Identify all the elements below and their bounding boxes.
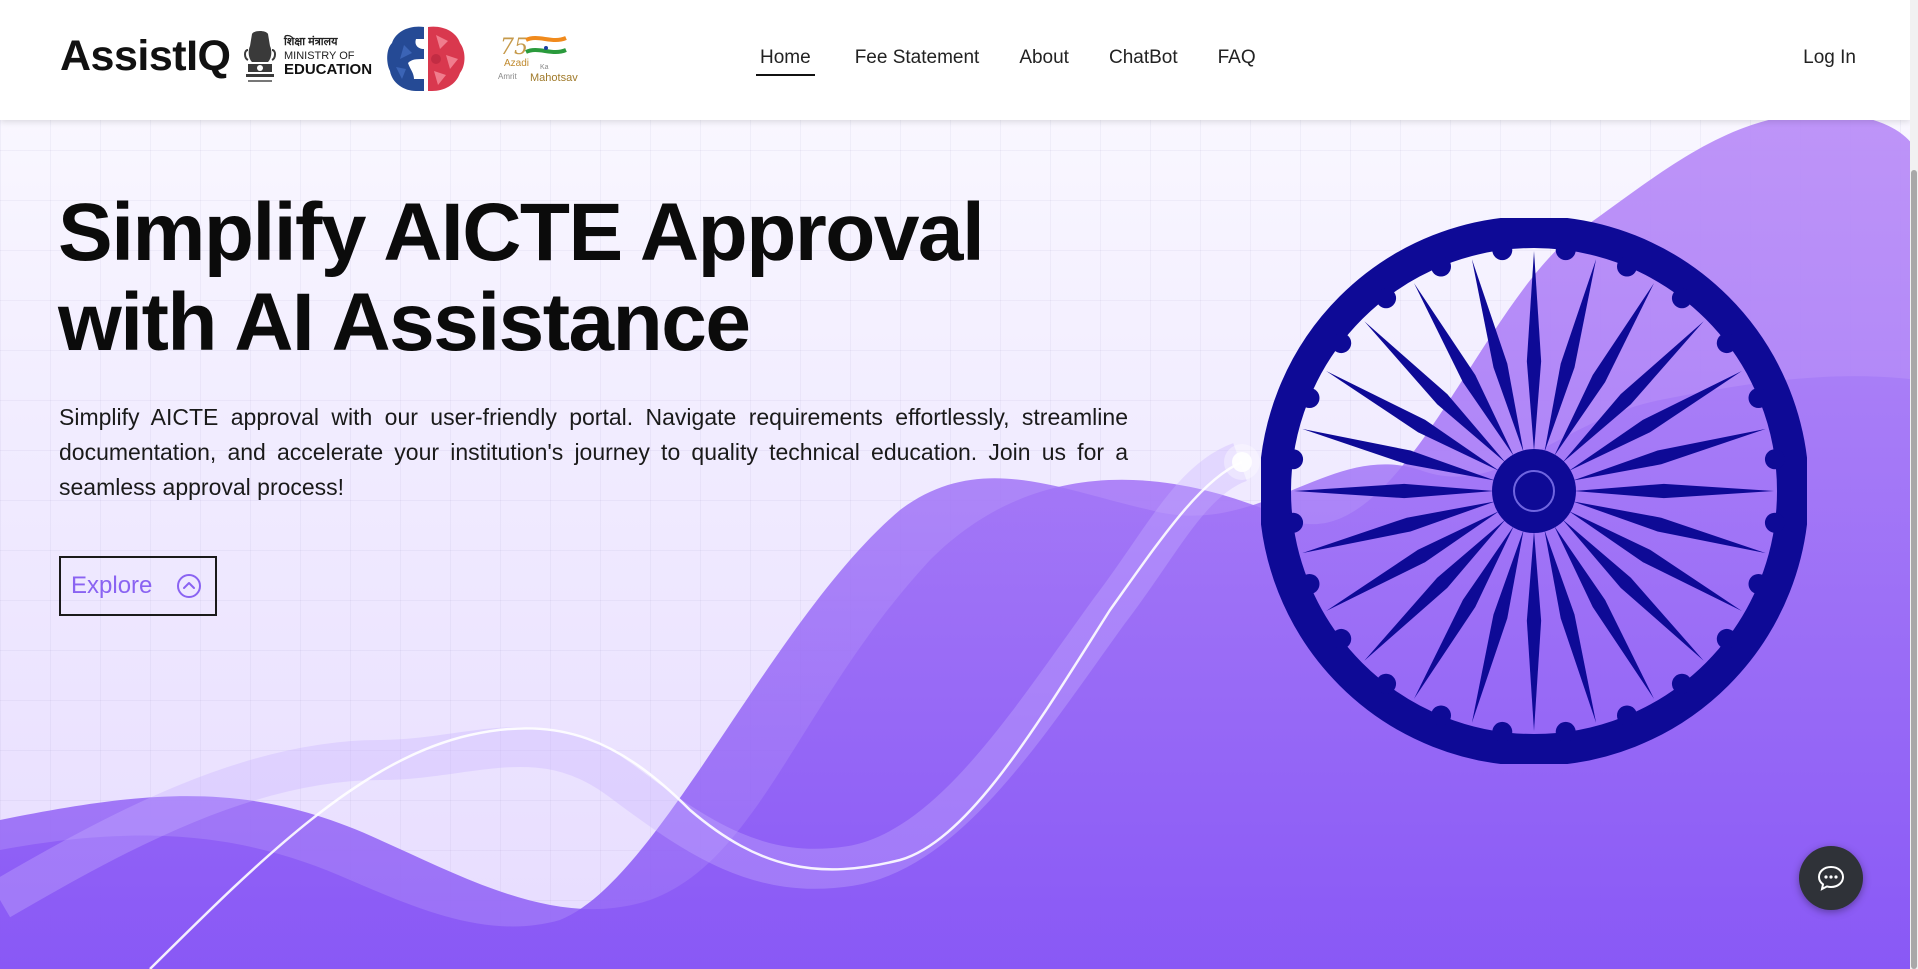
chakra-rim-bump [1431,705,1452,726]
chakra-spoke [1526,531,1542,731]
chakra-rim-bump [1376,288,1397,309]
chakra-rim-bump [1492,721,1513,742]
nav-fee-statement[interactable]: Fee Statement [855,47,980,76]
chakra-rim-bump [1764,449,1785,470]
chakra-rim-bump [1748,573,1769,594]
chakra-spoke [1574,483,1774,499]
chakra-rim-bump [1492,240,1513,261]
chakra-rim-bump [1331,628,1352,649]
main-nav: Home Fee Statement About ChatBot FAQ [756,47,1256,76]
svg-text:75: 75 [500,35,528,60]
chakra-rim-bump [1671,288,1692,309]
nav-home[interactable]: Home [756,47,815,76]
hero-description: Simplify AICTE approval with our user-fr… [59,404,1128,500]
chat-widget-button[interactable] [1799,846,1863,910]
ministry-line-2: EDUCATION [284,61,373,79]
hero-title-line-2: with AI Assistance [58,277,751,368]
azadi-text: Azadi [504,58,530,69]
page-scrollbar[interactable] [1910,0,1918,969]
chakra-rim-bump [1283,449,1304,470]
chakra-rim-bump [1748,388,1769,409]
chakra-rim-bump [1764,512,1785,533]
chakra-rim-bump [1716,628,1737,649]
chakra-spoke [1526,251,1542,451]
chakra-spoke [1294,483,1494,499]
nav-about[interactable]: About [1019,47,1069,76]
chakra-rim-bump [1716,333,1737,354]
chakra-rim-bump [1431,256,1452,277]
chakra-rim-bump [1671,673,1692,694]
chevron-up-circle-icon [177,574,202,598]
mahotsav-text: Mahotsav [530,72,578,84]
chakra-rim-bump [1331,333,1352,354]
chakra-rim-bump [1299,573,1320,594]
ka-text: Ka [540,64,549,71]
brand-logo[interactable]: AssistIQ [60,32,231,81]
chakra-spoke [1364,321,1506,463]
azadi-ka-amrit-mahotsav-logo: 75 Azadi Ka Amrit Mahotsav [496,30,592,88]
chakra-spoke [1562,519,1704,661]
national-emblem-icon [244,31,276,82]
nav-chatbot[interactable]: ChatBot [1109,47,1178,76]
amrit-text: Amrit [498,72,517,81]
hero-title: Simplify AICTE Approval with AI Assistan… [58,188,1158,368]
ministry-hindi-text: शिक्षा मंत्रालय [284,36,338,48]
chakra-rim-bump [1616,256,1637,277]
chakra-rim-bump [1616,705,1637,726]
chakra-rim-bump [1283,512,1304,533]
chakra-spoke [1364,519,1506,661]
explore-button-label: Explore [71,572,153,599]
login-link[interactable]: Log In [1803,47,1856,69]
top-navbar: AssistIQ शिक्षा मंत्रालय MINISTRY OF EDU… [0,0,1910,120]
chakra-rim-bump [1555,240,1576,261]
chakra-rim-bump [1376,673,1397,694]
chakra-rim-bump [1555,721,1576,742]
hero-title-line-1: Simplify AICTE Approval [58,187,985,278]
chakra-rim-bump [1299,388,1320,409]
chat-bubble-icon [1817,865,1845,891]
scrollbar-thumb[interactable] [1911,170,1917,969]
ashoka-chakra [1261,218,1807,764]
chakra-spoke [1562,321,1704,463]
explore-button[interactable]: Explore [59,556,217,616]
brain-logo-icon [387,26,465,91]
ministry-of-education-logo: शिक्षा मंत्रालय MINISTRY OF EDUCATION [284,36,373,79]
nav-faq[interactable]: FAQ [1218,47,1256,76]
